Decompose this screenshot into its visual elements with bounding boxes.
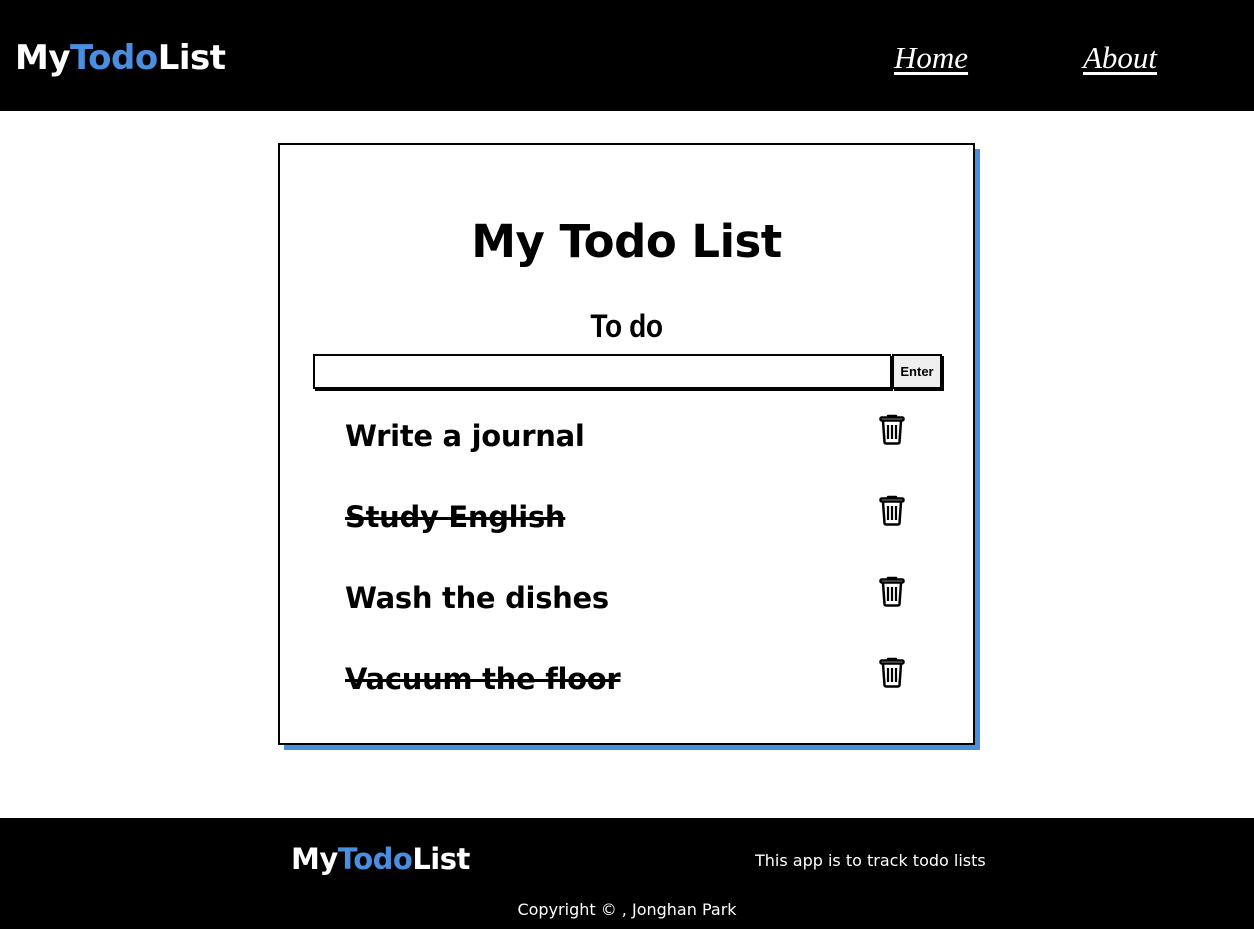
enter-button[interactable]: Enter (892, 354, 942, 389)
todo-section-label: To do (590, 308, 663, 344)
footer-tagline: This app is to track todo lists (755, 851, 986, 870)
nav-about-link[interactable]: About (1083, 40, 1157, 76)
todo-item: Vacuum the floor (345, 656, 910, 706)
site-footer: MyTodoList This app is to track todo lis… (0, 818, 1254, 929)
trash-icon[interactable] (877, 575, 907, 607)
logo-part-todo: Todo (337, 842, 413, 876)
todo-item-text[interactable]: Study English (345, 500, 566, 534)
nav-home-link[interactable]: Home (894, 40, 968, 76)
logo-part-list: List (412, 842, 470, 876)
site-header: MyTodoList Home About (0, 0, 1254, 111)
page-title: My Todo List (471, 215, 782, 268)
logo-part-my: My (291, 842, 338, 876)
logo-part-my: My (15, 38, 71, 78)
todo-item-text[interactable]: Wash the dishes (345, 581, 609, 615)
trash-icon[interactable] (877, 656, 907, 688)
trash-icon[interactable] (877, 494, 907, 526)
todo-item: Write a journal (345, 413, 910, 463)
todo-item-text[interactable]: Write a journal (345, 419, 585, 453)
header-logo[interactable]: MyTodoList (15, 38, 226, 78)
logo-part-list: List (157, 38, 226, 78)
todo-input[interactable] (313, 354, 891, 389)
trash-icon[interactable] (877, 413, 907, 445)
todo-card: My Todo List To do Enter Write a journal… (278, 143, 975, 745)
todo-item: Wash the dishes (345, 575, 910, 625)
footer-logo[interactable]: MyTodoList (291, 842, 470, 876)
logo-part-todo: Todo (70, 38, 158, 78)
todo-item-text[interactable]: Vacuum the floor (345, 662, 621, 696)
footer-copyright: Copyright © , Jonghan Park (517, 900, 737, 919)
todo-item: Study English (345, 494, 910, 544)
